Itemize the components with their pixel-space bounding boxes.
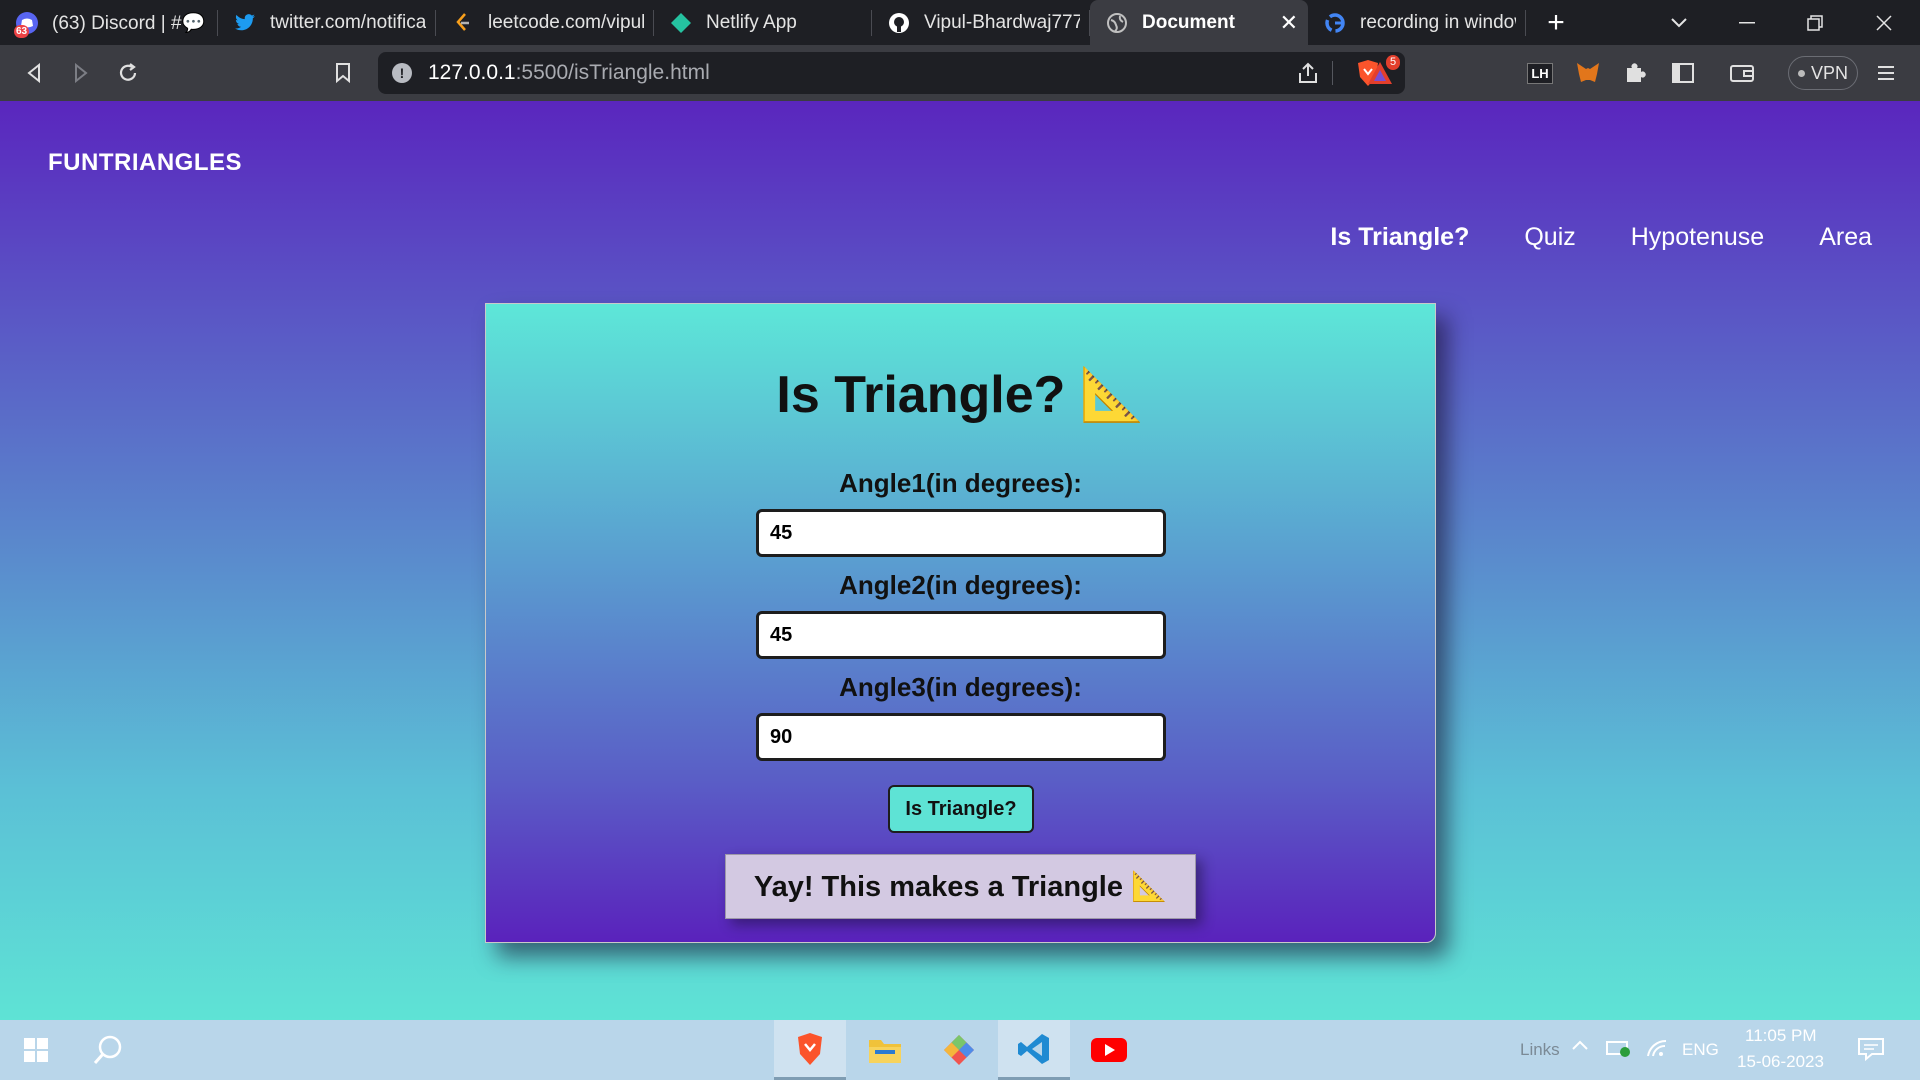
wallet-icon[interactable]	[1718, 45, 1766, 101]
tab-search-chevron-icon[interactable]	[1645, 0, 1713, 45]
tab-twitter[interactable]: twitter.com/notificat	[218, 0, 436, 45]
url-text: 127.0.0.1:5500/isTriangle.html	[428, 61, 710, 85]
close-window-button[interactable]	[1850, 0, 1918, 45]
is-triangle-card: Is Triangle? 📐 Angle1(in degrees): 45 An…	[485, 303, 1436, 943]
nav-hypotenuse[interactable]: Hypotenuse	[1631, 223, 1764, 252]
tab-label: Vipul-Bhardwaj777/	[924, 11, 1080, 33]
new-tab-button[interactable]: +	[1526, 0, 1586, 45]
tab-leetcode[interactable]: leetcode.com/vipulb	[436, 0, 654, 45]
angle3-input[interactable]: 90	[756, 713, 1166, 761]
language-indicator[interactable]: ENG	[1682, 1040, 1719, 1060]
back-button[interactable]	[10, 45, 58, 101]
vpn-button[interactable]: VPN	[1788, 56, 1858, 90]
netlify-icon	[670, 12, 692, 34]
leetcode-icon	[452, 12, 474, 34]
windows-taskbar: Links ENG 11:05 PM 15-06-2023	[0, 1020, 1920, 1080]
restore-button[interactable]	[1781, 0, 1849, 45]
tab-label: leetcode.com/vipulb	[488, 11, 644, 33]
discord-icon: 63	[14, 11, 38, 38]
lighthouse-extension-icon[interactable]: LH	[1516, 45, 1564, 101]
angle2-label: Angle2(in degrees):	[839, 570, 1082, 600]
wifi-icon[interactable]	[1646, 1038, 1668, 1063]
nav-quiz[interactable]: Quiz	[1524, 223, 1575, 252]
angle2-input[interactable]: 45	[756, 611, 1166, 659]
nav-is-triangle[interactable]: Is Triangle?	[1330, 223, 1469, 252]
tab-discord[interactable]: 63 (63) Discord | #💬 ge	[0, 0, 218, 45]
tab-label: (63) Discord | #💬 ge	[52, 12, 208, 34]
tab-label: recording in window	[1360, 11, 1516, 33]
card-title: Is Triangle? 📐	[776, 366, 1145, 424]
is-triangle-button[interactable]: Is Triangle?	[888, 785, 1034, 833]
github-icon	[888, 12, 910, 34]
bookmark-icon[interactable]	[319, 45, 367, 101]
search-icon[interactable]	[72, 1020, 144, 1080]
url-path: :5500/isTriangle.html	[515, 61, 710, 84]
metamask-icon[interactable]	[1564, 45, 1612, 101]
clock-date[interactable]: 15-06-2023	[1737, 1052, 1824, 1072]
brand-logo[interactable]: FUNTRIANGLES	[48, 149, 242, 177]
tab-label: Netlify App	[706, 11, 797, 33]
tray-links-label[interactable]: Links	[1520, 1040, 1560, 1060]
page-viewport: FUNTRIANGLES Is Triangle? Quiz Hypotenus…	[0, 101, 1920, 1020]
google-icon	[1324, 12, 1346, 34]
main-nav: Is Triangle? Quiz Hypotenuse Area	[1330, 223, 1872, 252]
angle3-label: Angle3(in degrees):	[839, 672, 1082, 702]
nav-area[interactable]: Area	[1819, 223, 1872, 252]
url-host: 127.0.0.1	[428, 61, 516, 84]
tab-netlify[interactable]: Netlify App	[654, 0, 872, 45]
battery-icon[interactable]	[1606, 1039, 1632, 1062]
sidebar-toggle-icon[interactable]	[1659, 45, 1707, 101]
rewards-badge: 5	[1386, 55, 1401, 70]
tab-document[interactable]: Document ✕	[1090, 0, 1308, 45]
clock-time[interactable]: 11:05 PM	[1745, 1026, 1817, 1046]
tray-chevron-icon[interactable]	[1571, 1036, 1589, 1056]
result-message: Yay! This makes a Triangle 📐	[725, 854, 1196, 919]
browser-toolbar: ! 127.0.0.1:5500/isTriangle.html 5 LH VP…	[0, 45, 1920, 101]
extension-label: LH	[1527, 62, 1553, 84]
reload-button[interactable]	[104, 45, 152, 101]
site-info-icon[interactable]: !	[392, 63, 412, 83]
tab-strip: 63 (63) Discord | #💬 ge twitter.com/noti…	[0, 0, 1920, 45]
address-bar[interactable]: ! 127.0.0.1:5500/isTriangle.html	[378, 52, 1405, 94]
share-icon[interactable]	[1296, 61, 1320, 90]
tab-github[interactable]: Vipul-Bhardwaj777/	[872, 0, 1090, 45]
angle1-label: Angle1(in degrees):	[839, 468, 1082, 498]
vscode-icon[interactable]	[998, 1020, 1070, 1080]
tab-label: twitter.com/notificat	[270, 11, 426, 33]
brave-icon[interactable]	[774, 1020, 846, 1080]
vpn-label: VPN	[1810, 62, 1848, 83]
close-tab-icon[interactable]: ✕	[1280, 10, 1298, 36]
angle1-input[interactable]: 45	[756, 509, 1166, 557]
globe-icon	[1106, 12, 1128, 34]
menu-hamburger-icon[interactable]	[1862, 45, 1910, 101]
brave-rewards-icon[interactable]: 5	[1356, 45, 1404, 101]
youtube-icon[interactable]	[1073, 1020, 1145, 1080]
file-explorer-icon[interactable]	[849, 1020, 921, 1080]
twitter-icon	[234, 12, 256, 34]
git-icon[interactable]	[923, 1020, 995, 1080]
forward-button[interactable]	[57, 45, 105, 101]
tab-google[interactable]: recording in window	[1308, 0, 1526, 45]
tab-label: Document	[1142, 11, 1235, 33]
windows-start-icon[interactable]	[0, 1020, 72, 1080]
minimize-button[interactable]	[1713, 0, 1781, 45]
vpn-status-dot	[1797, 69, 1805, 77]
discord-badge: 63	[14, 24, 30, 38]
extensions-puzzle-icon[interactable]	[1611, 45, 1659, 101]
notifications-icon[interactable]	[1858, 1037, 1884, 1066]
